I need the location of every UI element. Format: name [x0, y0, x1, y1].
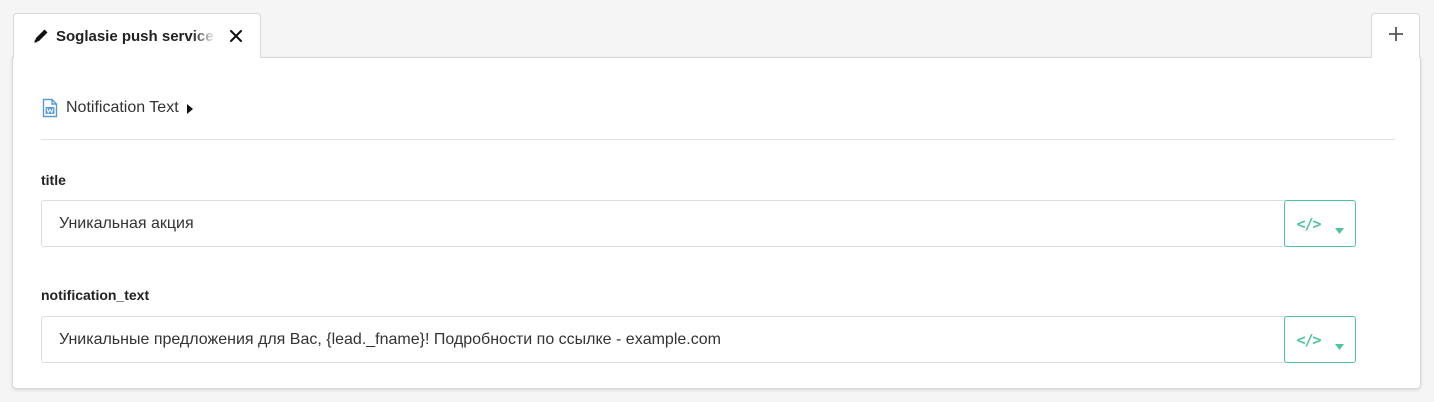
- pencil-icon: [32, 27, 50, 45]
- code-insert-button[interactable]: </>: [1284, 200, 1356, 247]
- content-panel: Notification Text title Уникальная акция…: [12, 57, 1421, 389]
- field-label-title: title: [41, 172, 66, 188]
- tab-soglasie-push-service[interactable]: Soglasie push service: [13, 13, 261, 58]
- caret-down-icon: [1334, 221, 1344, 234]
- plus-icon: [1388, 26, 1404, 47]
- title-input[interactable]: Уникальная акция: [41, 200, 1287, 247]
- code-icon: </>: [1296, 330, 1321, 349]
- breadcrumb-label: Notification Text: [66, 99, 179, 116]
- caret-down-icon: [1334, 337, 1344, 350]
- field-label-notification-text: notification_text: [41, 287, 150, 303]
- add-tab-button[interactable]: [1371, 13, 1420, 58]
- tab-bar: Soglasie push service: [0, 0, 1434, 58]
- code-icon: </>: [1296, 214, 1321, 233]
- word-document-icon: [42, 98, 58, 118]
- caret-right-icon: [186, 102, 194, 114]
- notification-text-input[interactable]: Уникальные предложения для Вас, {lead._f…: [41, 316, 1287, 363]
- close-icon[interactable]: [228, 28, 244, 44]
- divider: [41, 139, 1395, 140]
- breadcrumb[interactable]: Notification Text: [42, 96, 194, 120]
- tab-label: Soglasie push service: [56, 27, 214, 45]
- code-insert-button[interactable]: </>: [1284, 316, 1356, 363]
